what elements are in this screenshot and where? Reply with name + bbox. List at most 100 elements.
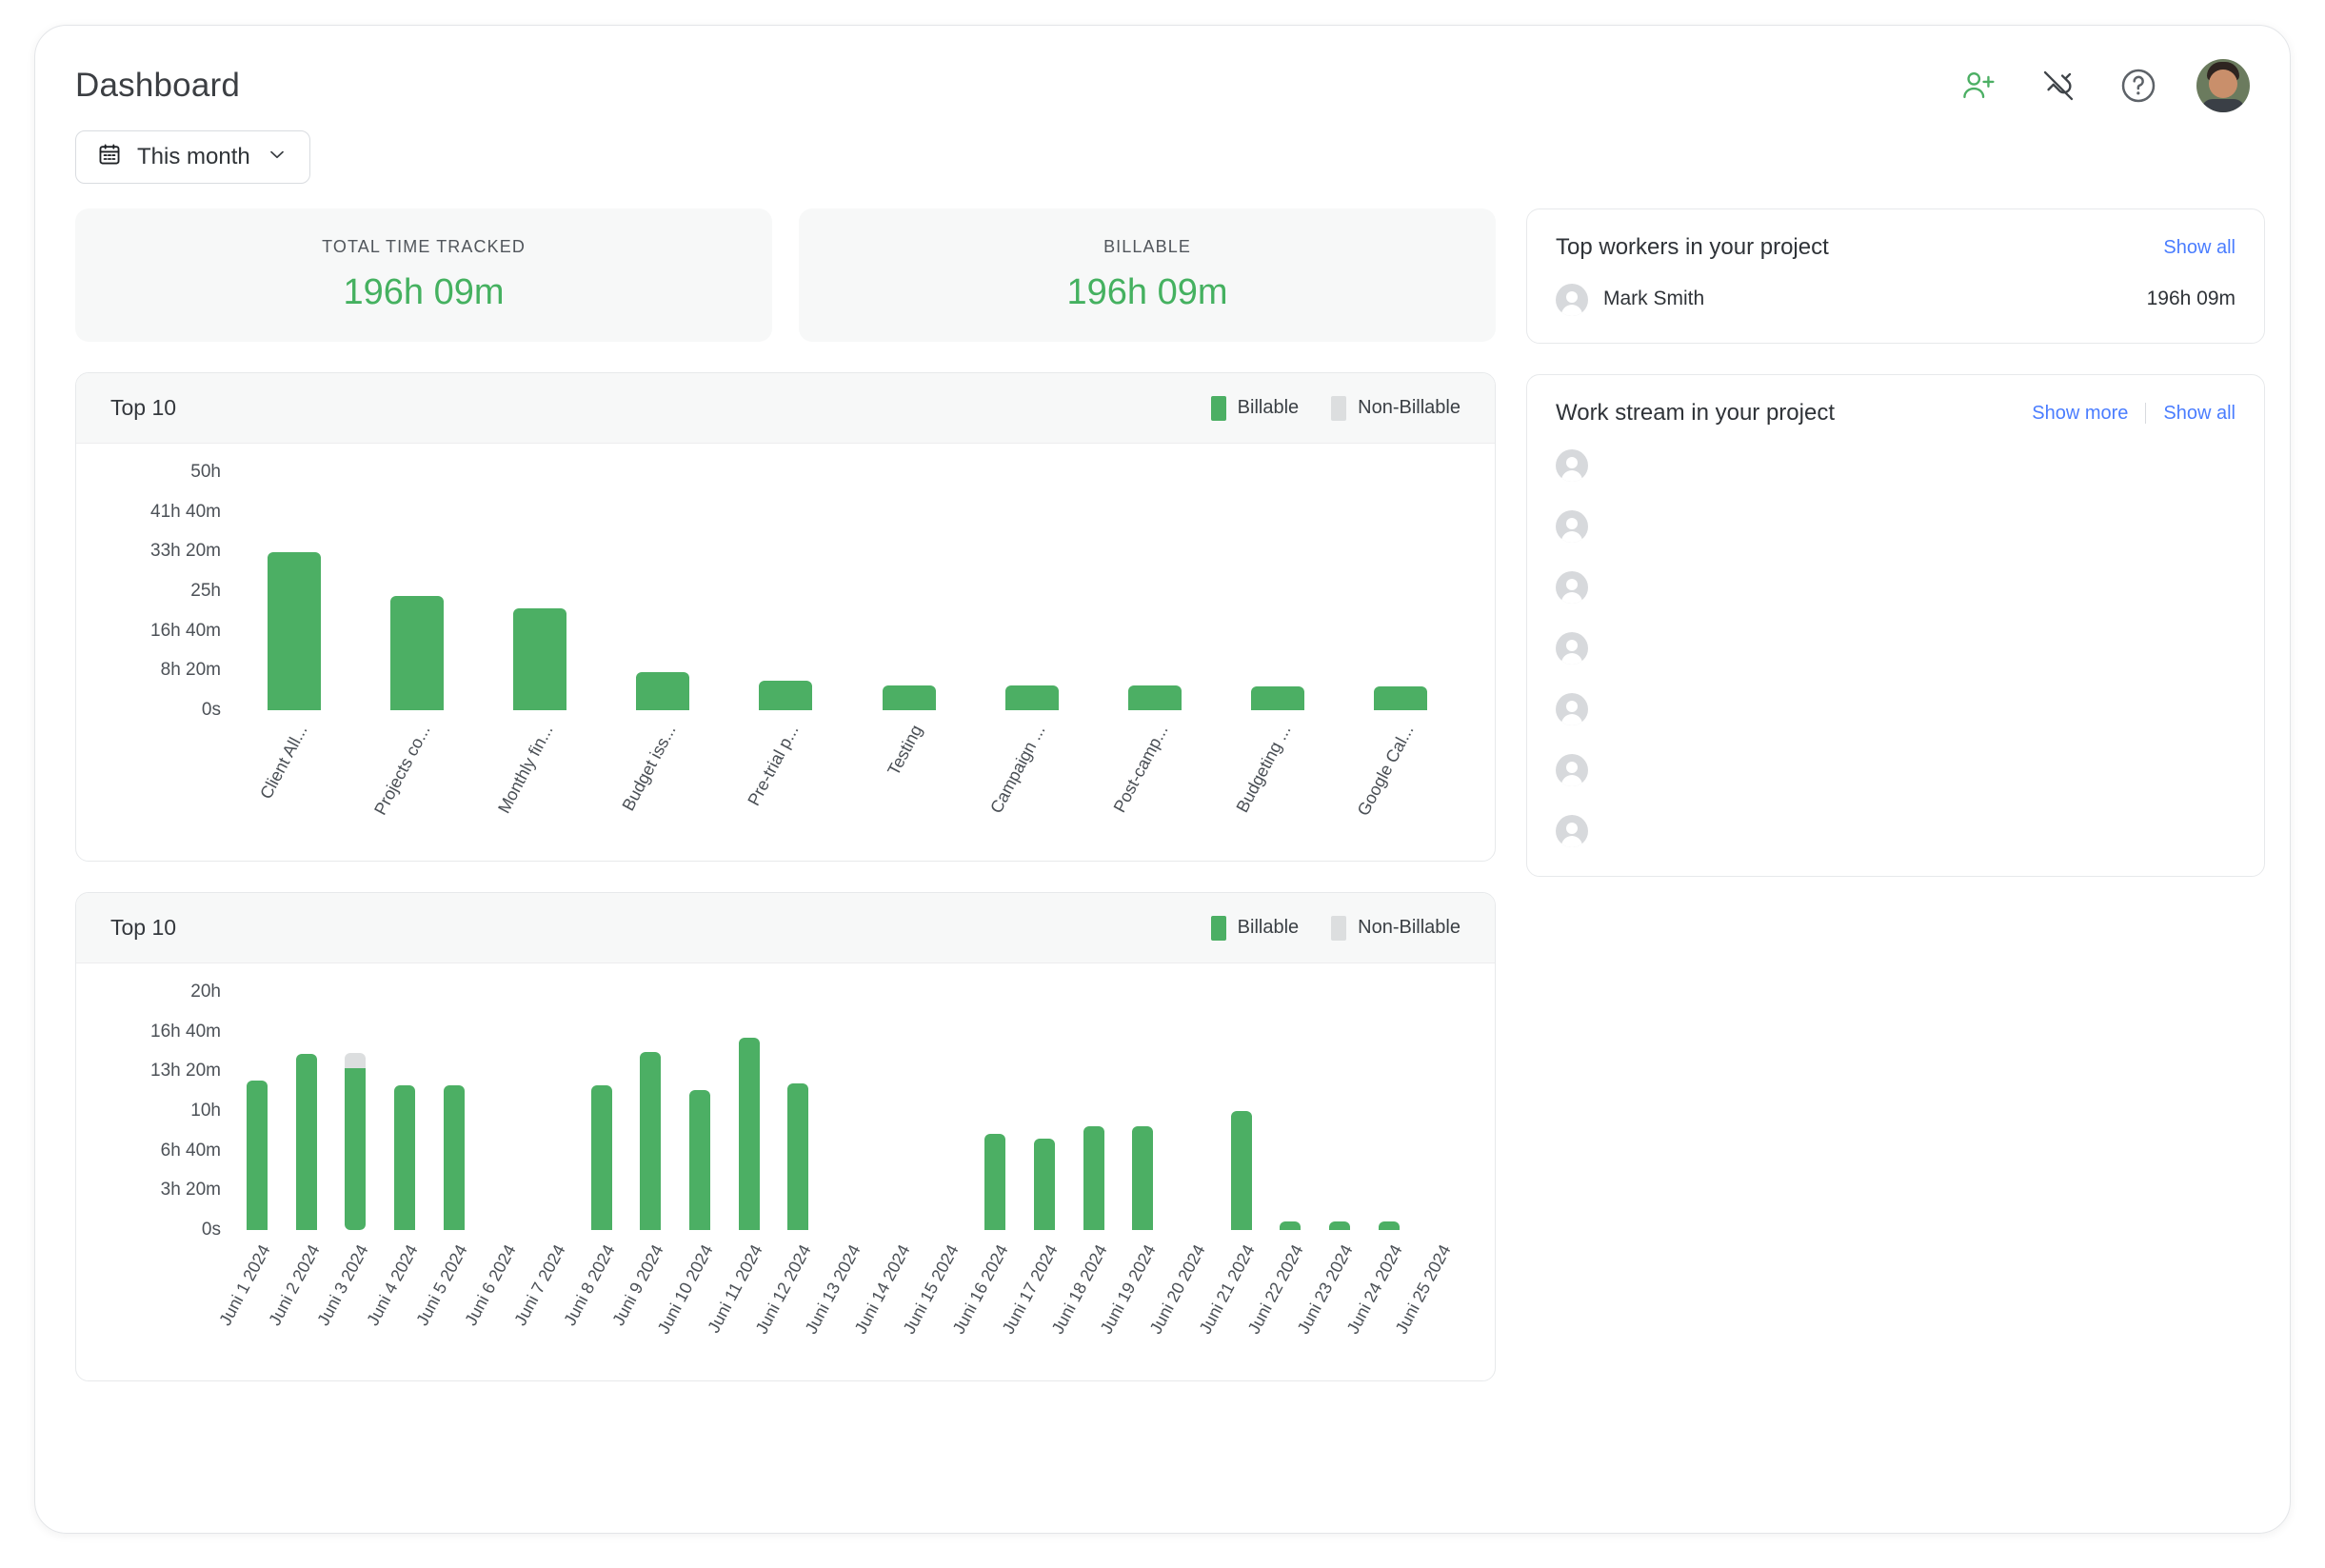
chart-card-top10-days: Top 10 Billable Non-Billable 20h 16h 40m…: [75, 892, 1496, 1381]
bar[interactable]: [246, 1080, 268, 1230]
work-stream-show-all-link[interactable]: Show all: [2163, 403, 2236, 425]
bar[interactable]: [267, 551, 321, 710]
stream-row[interactable]: [1556, 813, 2236, 847]
avatar[interactable]: [2196, 59, 2250, 112]
bar[interactable]: [882, 685, 936, 710]
stream-row[interactable]: [1556, 691, 2236, 725]
bar[interactable]: [636, 672, 690, 710]
bar[interactable]: [1251, 686, 1305, 710]
stream-row[interactable]: [1556, 447, 2236, 482]
bar-slot[interactable]: [1118, 992, 1167, 1230]
bar[interactable]: [689, 1089, 711, 1230]
bar-slot[interactable]: [282, 992, 331, 1230]
bar[interactable]: [1004, 685, 1059, 710]
bar[interactable]: [1378, 1221, 1400, 1230]
stream-row[interactable]: [1556, 630, 2236, 665]
bar-slot[interactable]: [675, 992, 725, 1230]
bar-slot[interactable]: [626, 992, 676, 1230]
stream-row[interactable]: [1556, 569, 2236, 604]
bar-slot[interactable]: [1364, 992, 1414, 1230]
bar-slot[interactable]: [1167, 992, 1217, 1230]
plug-disconnected-icon[interactable]: [2037, 64, 2080, 108]
bar-slot[interactable]: [872, 992, 922, 1230]
legend-item-billable[interactable]: Billable: [1210, 395, 1299, 421]
avatar-body: [2201, 99, 2245, 112]
bar[interactable]: [295, 1054, 317, 1230]
bar-slot[interactable]: [922, 992, 971, 1230]
bar-slot[interactable]: [1217, 992, 1266, 1230]
stream-row[interactable]: [1556, 752, 2236, 786]
bar-slot[interactable]: [823, 992, 872, 1230]
bar[interactable]: [738, 1037, 760, 1230]
bar-slot[interactable]: [970, 472, 1093, 710]
bar[interactable]: [984, 1133, 1006, 1230]
bar[interactable]: [590, 1084, 612, 1230]
legend-item-non-billable[interactable]: Non-Billable: [1331, 915, 1461, 941]
bar-slot[interactable]: [970, 992, 1020, 1230]
bar[interactable]: [513, 607, 566, 710]
bar[interactable]: [787, 1083, 809, 1230]
bar[interactable]: [1328, 1221, 1350, 1230]
bar-slot[interactable]: [380, 992, 429, 1230]
x-axis-slot: Budget iss...: [602, 710, 725, 853]
bar[interactable]: [1230, 1111, 1252, 1230]
bar-segment-billable: [590, 1084, 612, 1230]
bar-slot[interactable]: [1265, 992, 1315, 1230]
bar[interactable]: [389, 596, 444, 710]
bar-slot[interactable]: [602, 472, 725, 710]
bar-slot[interactable]: [232, 472, 355, 710]
bar-slot[interactable]: [232, 992, 282, 1230]
bar-slot[interactable]: [478, 472, 601, 710]
help-circle-icon[interactable]: [2116, 64, 2160, 108]
bar-segment-billable: [513, 607, 566, 710]
bar[interactable]: [1083, 1126, 1104, 1230]
stream-row[interactable]: [1556, 508, 2236, 543]
bar-slot[interactable]: [478, 992, 527, 1230]
x-axis-label: Client All...: [255, 722, 311, 803]
bar[interactable]: [393, 1084, 415, 1230]
legend-swatch-non-billable: [1331, 915, 1347, 941]
legend-item-billable[interactable]: Billable: [1210, 915, 1299, 941]
chart-title: Top 10: [110, 915, 177, 940]
app-header: Dashboard: [75, 26, 2250, 117]
bar-slot[interactable]: [429, 992, 479, 1230]
stat-card-total-time: TOTAL TIME TRACKED 196h 09m: [75, 208, 772, 342]
bar-slot[interactable]: [725, 992, 774, 1230]
date-range-selector[interactable]: This month: [75, 130, 310, 184]
bar-slot[interactable]: [1069, 992, 1119, 1230]
bar[interactable]: [1374, 686, 1428, 710]
bar-segment-billable: [1033, 1138, 1055, 1230]
bar[interactable]: [1033, 1138, 1055, 1230]
bar-slot[interactable]: [847, 472, 970, 710]
bar-slot[interactable]: [355, 472, 478, 710]
bar[interactable]: [345, 1052, 367, 1230]
bar[interactable]: [1128, 685, 1182, 710]
worker-row[interactable]: Mark Smith 196h 09m: [1556, 282, 2236, 316]
legend-item-non-billable[interactable]: Non-Billable: [1331, 395, 1461, 421]
work-stream-show-more-link[interactable]: Show more: [2032, 403, 2128, 425]
bar-slot[interactable]: [725, 472, 847, 710]
bar[interactable]: [640, 1051, 662, 1230]
y-axis-tick: 0s: [201, 700, 221, 720]
bar-slot[interactable]: [527, 992, 577, 1230]
bar-segment-billable: [1083, 1126, 1104, 1230]
bar-segment-billable: [636, 672, 690, 710]
stream-row-main: [1603, 691, 2236, 699]
bar-slot[interactable]: [1340, 472, 1462, 710]
bar-slot[interactable]: [1020, 992, 1069, 1230]
bar[interactable]: [443, 1084, 465, 1230]
avatar: [1556, 693, 1588, 725]
bar-slot[interactable]: [577, 992, 626, 1230]
bar-slot[interactable]: [1217, 472, 1340, 710]
bar-slot[interactable]: [330, 992, 380, 1230]
bar[interactable]: [1132, 1126, 1154, 1230]
bar-slot[interactable]: [1414, 992, 1463, 1230]
bar[interactable]: [1280, 1221, 1302, 1230]
top-workers-show-all-link[interactable]: Show all: [2163, 237, 2236, 259]
add-user-icon[interactable]: [1957, 64, 2000, 108]
x-axis-slot: Budgeting ...: [1217, 710, 1340, 853]
bar-slot[interactable]: [1093, 472, 1216, 710]
bar-slot[interactable]: [1315, 992, 1364, 1230]
bar[interactable]: [759, 680, 813, 710]
bar-slot[interactable]: [774, 992, 824, 1230]
